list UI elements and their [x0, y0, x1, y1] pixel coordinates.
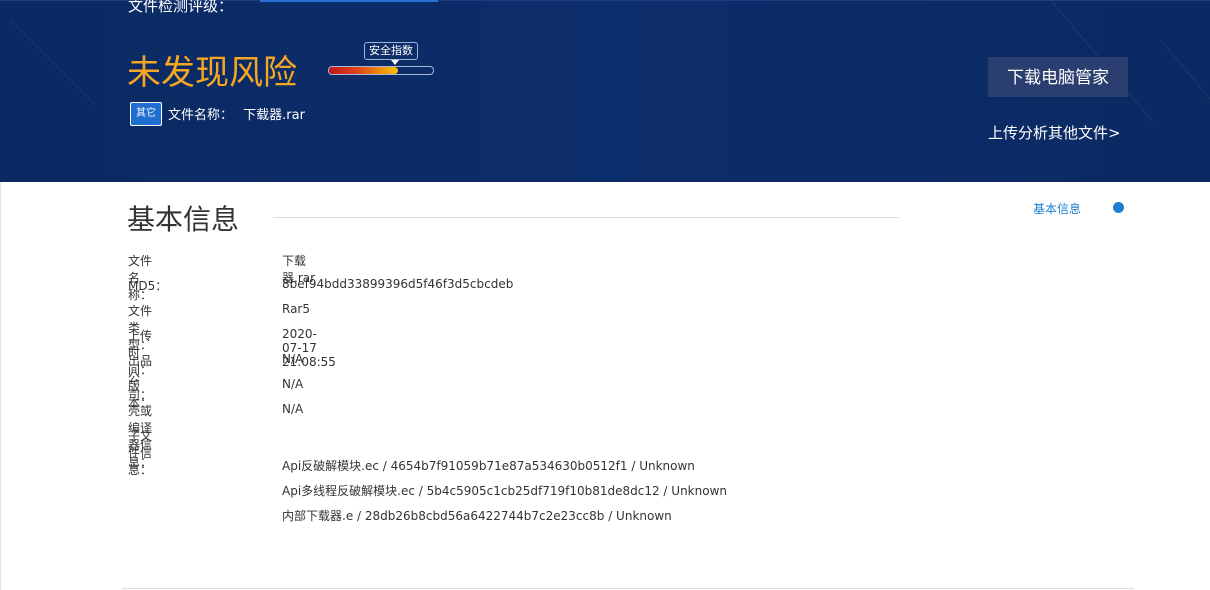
subfile-item: Api反破解模块.ec / 4654b7f91059b71e87a534630b…	[282, 459, 695, 473]
risk-result-title: 未发现风险	[127, 53, 297, 93]
subfile-item: 内部下载器.e / 28db26b8cbd56a6422744b7c2e23cc…	[282, 509, 672, 523]
result-banner: 文件检测评级： 未发现风险 安全指数 其它 文件名称： 下载器.rar 下载电脑…	[0, 0, 1210, 182]
info-key: MD5：	[128, 279, 168, 293]
subfile-item: Api多线程反破解模块.ec / 5b4c5905c1cb25df719f10b…	[282, 484, 727, 498]
safety-index-meter	[328, 66, 434, 75]
file-name-value: 下载器.rar	[243, 108, 305, 123]
bottom-divider	[122, 588, 1134, 589]
nav-active-dot-icon[interactable]	[1113, 202, 1124, 213]
banner-decoration	[10, 19, 96, 105]
section-divider	[273, 217, 899, 218]
info-value: N/A	[282, 402, 304, 416]
file-name-label: 文件名称：	[168, 108, 234, 123]
nav-basic-info-link[interactable]: 基本信息	[1033, 200, 1081, 217]
info-value: N/A	[282, 377, 304, 391]
file-type-icon-label: 其它	[136, 108, 156, 119]
page-left-border	[0, 182, 1, 590]
info-value: N/A	[282, 352, 304, 366]
upload-other-files-link[interactable]: 上传分析其他文件>	[988, 122, 1121, 143]
detect-rating-label: 文件检测评级：	[128, 0, 234, 15]
info-value: 8bef94bdd33899396d5f46f3d5cbcdeb	[282, 277, 514, 291]
info-key: 子文件信息：	[128, 429, 153, 477]
safety-index-tag: 安全指数	[364, 42, 418, 65]
banner-decoration	[1160, 39, 1210, 148]
download-pc-manager-button[interactable]: 下载电脑管家	[988, 57, 1128, 97]
info-value: Rar5	[282, 302, 310, 316]
section-title: 基本信息	[127, 203, 240, 236]
subfile-list: Api反破解模块.ec / 4654b7f91059b71e87a534630b…	[282, 457, 727, 532]
safety-index-fill	[329, 67, 398, 74]
banner-highlight-line	[260, 0, 438, 2]
file-type-icon: 其它	[130, 102, 162, 126]
file-name-line: 文件名称： 下载器.rar	[168, 104, 311, 123]
